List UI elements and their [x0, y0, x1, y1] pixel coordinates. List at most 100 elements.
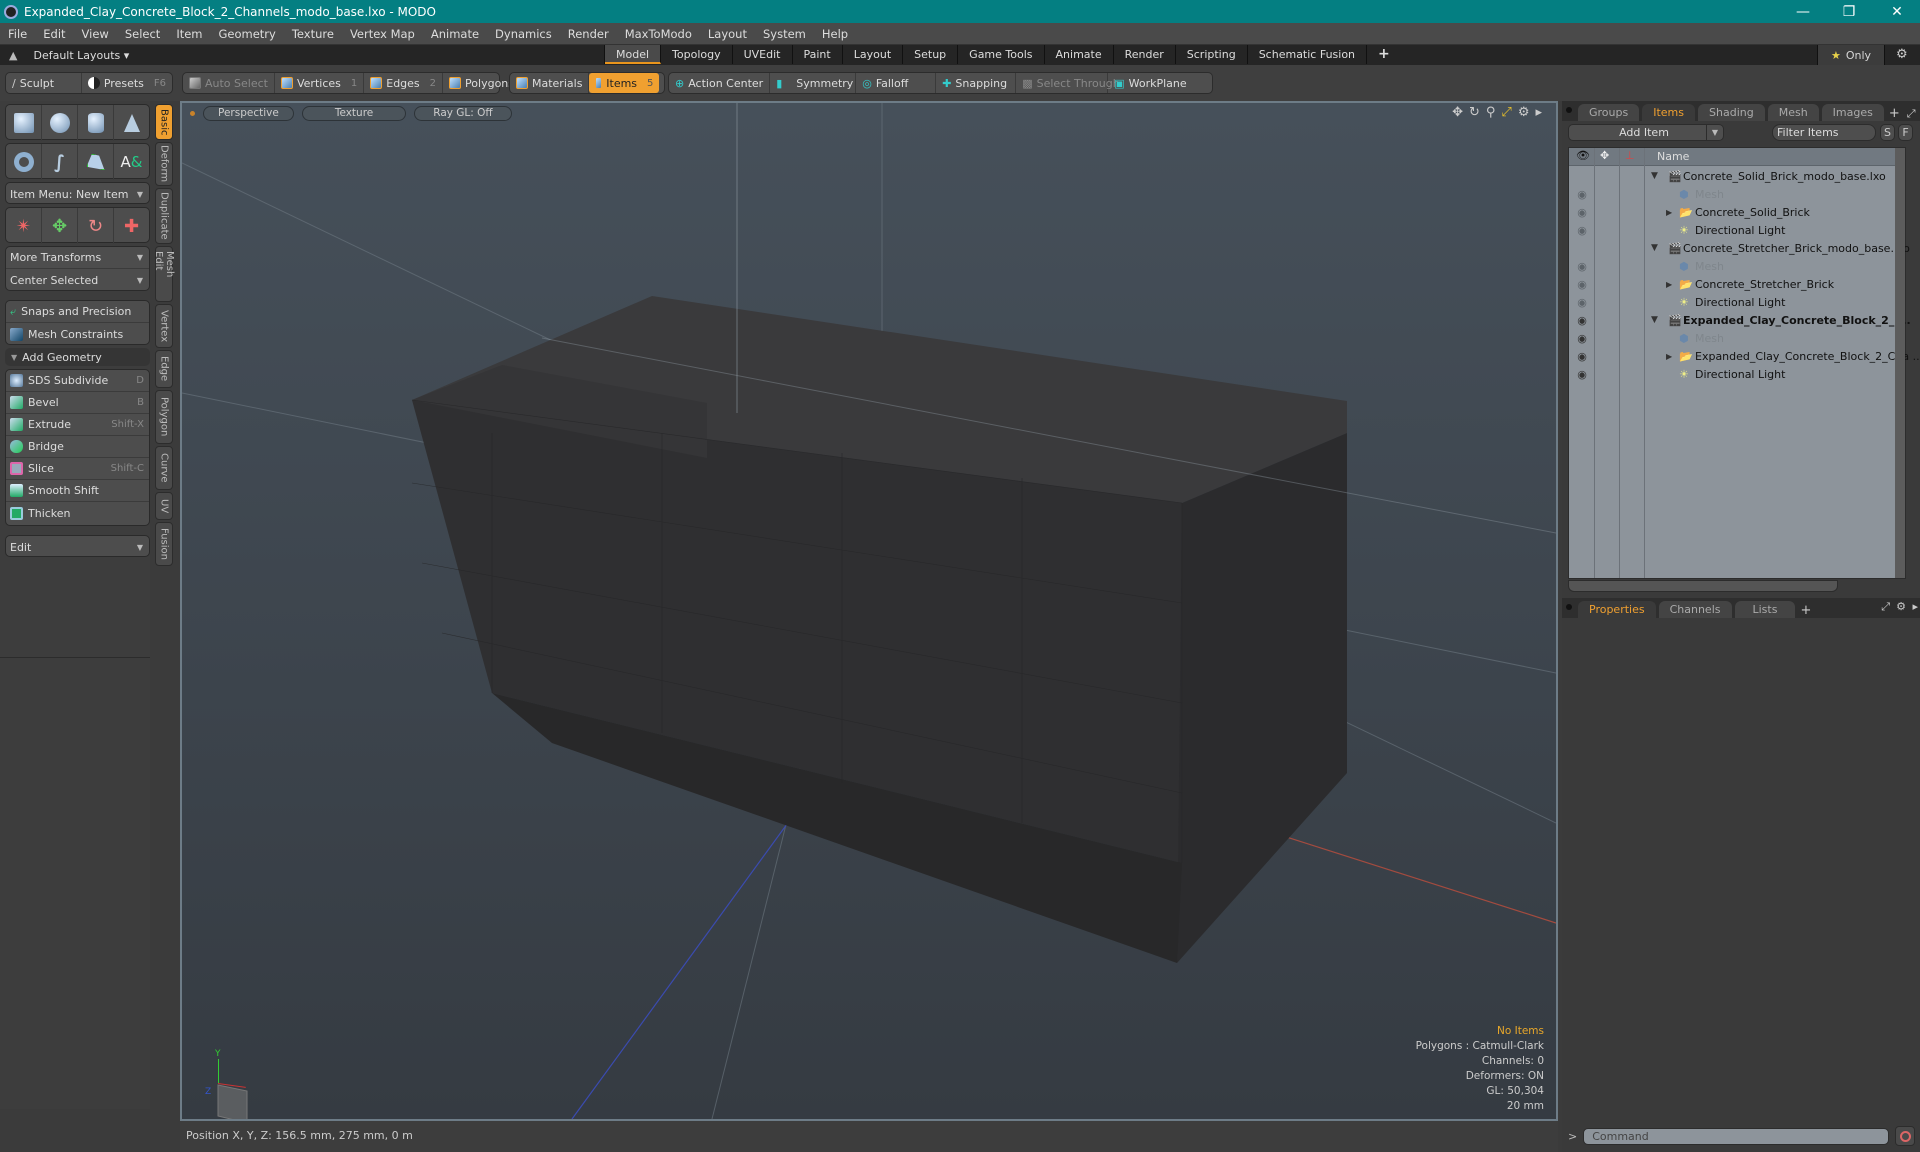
tab-groups[interactable]: Groups	[1578, 104, 1640, 121]
falloff-button[interactable]: ◎ Falloff	[856, 73, 937, 93]
tab-render[interactable]: Render	[1114, 45, 1176, 64]
visibility-column-eye-icon[interactable]: 👁	[1576, 149, 1590, 162]
mesh-constraints-button[interactable]: Mesh Constraints	[6, 323, 149, 345]
panel-menu-dot-icon[interactable]	[1566, 604, 1572, 610]
panel-arrow-icon[interactable]: ▸	[1912, 600, 1918, 613]
visibility-eye-icon[interactable]: ◉	[1575, 296, 1589, 309]
menu-layout[interactable]: Layout	[700, 27, 755, 41]
presets-button[interactable]: Presets F6	[82, 73, 172, 93]
tab-lists[interactable]: Lists	[1734, 601, 1796, 618]
rotate-tool-button[interactable]: ↻	[78, 208, 114, 244]
tree-item-scene-active[interactable]: ◉ ▼ 🎬 Expanded_Clay_Concrete_Block_2_ ...	[1569, 311, 1911, 329]
expand-panel-icon[interactable]: ⤢	[1907, 107, 1916, 121]
add-layout-tab-button[interactable]: +	[1367, 45, 1401, 64]
tab-setup[interactable]: Setup	[903, 45, 959, 64]
vtab-curve[interactable]: Curve	[155, 446, 173, 490]
action-center-button[interactable]: ⊕ Action Center	[669, 73, 771, 93]
vtab-basic[interactable]: Basic	[155, 104, 173, 140]
expand-arrow-icon[interactable]: ▼	[1651, 315, 1658, 325]
tree-item-group[interactable]: ◉ ▶ 📂 Concrete_Stretcher_Brick	[1569, 275, 1905, 293]
tab-shading[interactable]: Shading	[1698, 104, 1765, 121]
menu-item[interactable]: Item	[168, 27, 210, 41]
menu-dynamics[interactable]: Dynamics	[487, 27, 560, 41]
layout-settings-gear-icon[interactable]: ⚙	[1896, 47, 1908, 62]
menu-maxtomodo[interactable]: MaxToModo	[617, 27, 700, 41]
cone-primitive-button[interactable]	[114, 105, 149, 141]
command-input[interactable]: Command	[1583, 1127, 1890, 1145]
panel-settings-gear-icon[interactable]: ⚙	[1896, 600, 1906, 613]
lock-column-icon[interactable]: ✥	[1600, 149, 1609, 162]
materials-button[interactable]: Materials	[510, 73, 590, 93]
sphere-primitive-button[interactable]	[42, 105, 78, 141]
panel-menu-dot-icon[interactable]	[1566, 107, 1572, 113]
text-tool-button[interactable]: A&	[114, 144, 149, 180]
visibility-eye-icon[interactable]: ◉	[1575, 332, 1589, 345]
minimize-button[interactable]: —	[1780, 0, 1826, 23]
command-history-button[interactable]	[1895, 1126, 1916, 1146]
tab-animate[interactable]: Animate	[1045, 45, 1114, 64]
tree-item-light[interactable]: ◉ ☀ Directional Light	[1569, 293, 1905, 311]
expand-panel-icon[interactable]: ⤢	[1881, 600, 1890, 614]
expand-arrow-icon[interactable]: ▼	[1651, 171, 1658, 181]
add-tab-plus-icon[interactable]: +	[1889, 106, 1900, 121]
name-column-header[interactable]: Name	[1657, 150, 1689, 163]
menu-vertex-map[interactable]: Vertex Map	[342, 27, 423, 41]
add-item-dropdown-arrow[interactable]: ▼	[1706, 124, 1724, 141]
items-button[interactable]: Items 5	[589, 73, 660, 93]
only-button[interactable]: ★ Only	[1817, 45, 1885, 65]
tree-item-mesh[interactable]: ◉ ⬢ Mesh	[1569, 329, 1905, 347]
expand-arrow-icon[interactable]: ▶	[1666, 280, 1672, 289]
tree-item-mesh[interactable]: ◉ ⬢ Mesh	[1569, 185, 1905, 203]
snaps-precision-button[interactable]: ⤶ Snaps and Precision	[6, 301, 149, 323]
tab-paint[interactable]: Paint	[793, 45, 843, 64]
auto-select-button[interactable]: Auto Select	[183, 73, 275, 93]
filter-items-input[interactable]: Filter Items	[1772, 124, 1876, 141]
vtab-uv[interactable]: UV	[155, 492, 173, 520]
tree-item-mesh[interactable]: ◉ ⬢ Mesh	[1569, 257, 1905, 275]
tree-item-scene[interactable]: ▼ 🎬 Concrete_Solid_Brick_modo_base.lxo	[1569, 167, 1905, 185]
tab-topology[interactable]: Topology	[661, 45, 733, 64]
tab-mesh[interactable]: Mesh ...	[1767, 104, 1819, 136]
visibility-eye-icon[interactable]: ◉	[1575, 206, 1589, 219]
vtab-deform[interactable]: Deform	[155, 142, 173, 186]
visibility-eye-icon[interactable]: ◉	[1575, 350, 1589, 363]
menu-texture[interactable]: Texture	[284, 27, 342, 41]
smooth-shift-button[interactable]: Smooth Shift	[6, 480, 149, 502]
menu-animate[interactable]: Animate	[423, 27, 487, 41]
cube-primitive-button[interactable]	[6, 105, 42, 141]
tab-items[interactable]: Items	[1642, 104, 1696, 121]
vtab-edge[interactable]: Edge	[155, 350, 173, 388]
pen-tool-button[interactable]	[78, 144, 114, 180]
visibility-eye-icon[interactable]: ◉	[1575, 368, 1589, 381]
slice-button[interactable]: Slice Shift-C	[6, 458, 149, 480]
transform-tool-button[interactable]: ✴	[6, 208, 42, 244]
edges-button[interactable]: Edges 2	[364, 73, 444, 93]
menu-file[interactable]: File	[0, 27, 35, 41]
vtab-duplicate[interactable]: Duplicate	[155, 188, 173, 244]
layout-up-arrow-icon[interactable]: ▲	[9, 49, 17, 62]
add-item-button[interactable]: Add Item	[1568, 124, 1720, 141]
tab-uvedit[interactable]: UVEdit	[733, 45, 793, 64]
visibility-eye-icon[interactable]: ◉	[1575, 224, 1589, 237]
tree-item-light[interactable]: ◉ ☀ Directional Light	[1569, 365, 1905, 383]
vtab-fusion[interactable]: Fusion	[155, 522, 173, 566]
cylinder-primitive-button[interactable]	[78, 105, 114, 141]
move-tool-button[interactable]: ✥	[42, 208, 78, 244]
s-filter-button[interactable]: S	[1880, 124, 1895, 141]
menu-help[interactable]: Help	[814, 27, 856, 41]
close-button[interactable]: ✕	[1874, 0, 1920, 23]
menu-system[interactable]: System	[755, 27, 814, 41]
tree-item-scene[interactable]: ▼ 🎬 Concrete_Stretcher_Brick_modo_base.lxo	[1569, 239, 1910, 257]
menu-select[interactable]: Select	[117, 27, 168, 41]
menu-render[interactable]: Render	[560, 27, 617, 41]
visibility-eye-icon[interactable]: ◉	[1575, 188, 1589, 201]
thicken-button[interactable]: Thicken	[6, 502, 149, 524]
tree-item-group[interactable]: ◉ ▶ 📂 Concrete_Solid_Brick	[1569, 203, 1905, 221]
sds-subdivide-button[interactable]: SDS Subdivide D	[6, 370, 149, 392]
tab-game-tools[interactable]: Game Tools	[958, 45, 1045, 64]
center-selected-dropdown[interactable]: Center Selected ▼	[6, 269, 149, 291]
tube-primitive-button[interactable]: ∫	[42, 144, 78, 180]
vtab-polygon[interactable]: Polygon	[155, 390, 173, 444]
vtab-mesh-edit[interactable]: Mesh Edit	[153, 246, 175, 302]
tab-model[interactable]: Model	[605, 45, 662, 64]
